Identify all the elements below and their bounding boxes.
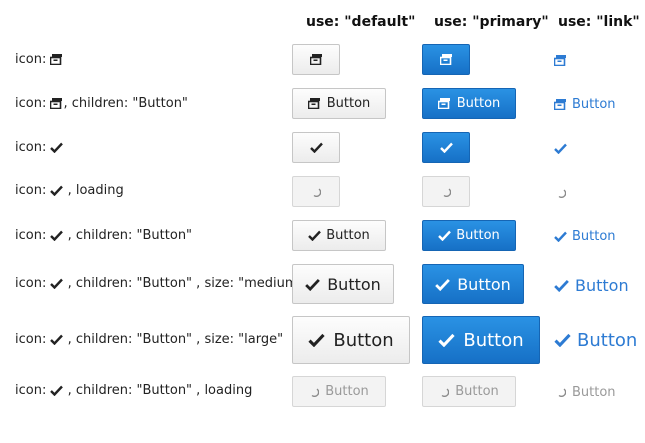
button-label: Button [572,228,616,244]
row-label-prefix: icon: [15,52,51,67]
checkmark-icon [439,142,453,153]
row-label-suffix: , loading [63,183,124,198]
row-label: icon: , children: "Button" [15,96,188,112]
archive-box-icon [554,98,567,110]
column-header-default: use: "default" [306,14,416,30]
link-medium-button[interactable]: Button [554,275,634,295]
row-label-suffix: , children: "Button" , size: "large" [63,332,284,347]
default-icon-button[interactable] [292,44,340,75]
column-header-primary: use: "primary" [434,14,549,30]
button-label: Button [333,329,394,351]
checkmark-icon [50,230,64,241]
row-label-prefix: icon: [15,140,51,155]
default-loading-text-button[interactable]: Button [292,376,386,407]
spinner-icon [311,187,321,197]
row-label-prefix: icon: [15,332,51,347]
archive-box-icon [554,54,567,66]
button-label: Button [456,228,500,243]
link-large-button[interactable]: Button [554,329,640,351]
archive-box-icon [50,54,63,65]
default-check-button[interactable] [292,132,340,163]
spinner-icon [439,387,450,397]
primary-icon-button[interactable] [422,44,470,75]
link-icon-button[interactable] [554,52,574,68]
checkmark-icon [438,230,452,241]
primary-check-text-button[interactable]: Button [422,220,516,251]
spinner-icon [441,187,451,197]
row-label: icon: , children: "Button" , size: "larg… [15,332,283,348]
checkmark-icon [308,333,325,347]
checkmark-icon [554,231,567,242]
link-loading-button[interactable] [556,185,572,201]
checkmark-icon [435,278,451,291]
link-loading-text-button[interactable]: Button [556,384,620,400]
checkmark-icon [50,278,64,289]
primary-large-button[interactable]: Button [422,316,540,364]
link-icon-text-button[interactable]: Button [554,96,624,112]
archive-box-icon [50,98,63,109]
spinner-icon [556,188,566,198]
checkmark-icon [50,334,64,345]
checkmark-icon [50,142,64,153]
primary-check-button[interactable] [422,132,470,163]
button-label: Button [457,274,511,294]
archive-box-icon [309,54,323,65]
row-label-suffix: , children: "Button" [63,228,193,243]
checkmark-icon [308,230,322,241]
row-label-suffix: , children: "Button" , size: "medium" [63,276,304,291]
link-check-text-button[interactable]: Button [554,228,624,244]
archive-box-icon [307,98,321,109]
checkmark-icon [438,333,455,347]
row-label-prefix: icon: [15,383,51,398]
row-label: icon: [15,140,64,156]
button-label: Button [572,96,616,112]
button-label: Button [575,275,629,295]
button-label: Button [325,384,369,399]
primary-icon-text-button[interactable]: Button [422,88,516,119]
button-label: Button [463,329,524,351]
checkmark-icon [309,142,323,153]
button-label: Button [577,329,638,351]
checkmark-icon [50,385,64,396]
checkmark-icon [305,278,321,291]
spinner-icon [309,387,320,397]
row-label: icon: , children: "Button" , size: "medi… [15,276,304,292]
row-label: icon: , children: "Button" , loading [15,383,252,399]
default-icon-text-button[interactable]: Button [292,88,386,119]
row-label: icon: [15,52,63,68]
button-label: Button [455,384,499,399]
archive-box-icon [439,54,453,65]
archive-box-icon [437,98,451,109]
primary-loading-button[interactable] [422,176,470,207]
checkmark-icon [50,185,64,196]
button-label: Button [326,96,371,111]
default-check-text-button[interactable]: Button [292,220,386,251]
default-large-button[interactable]: Button [292,316,410,364]
primary-medium-button[interactable]: Button [422,264,524,304]
button-label: Button [326,228,370,243]
button-label: Button [456,96,501,111]
row-label-suffix: , children: "Button" , loading [63,383,253,398]
checkmark-icon [554,279,569,292]
primary-loading-text-button[interactable]: Button [422,376,516,407]
spinner-icon [556,387,566,397]
row-label-prefix: icon: [15,183,51,198]
default-medium-button[interactable]: Button [292,264,394,304]
checkmark-icon [554,333,571,347]
row-label-prefix: icon: [15,96,51,111]
row-label-prefix: icon: [15,276,51,291]
row-label-suffix: , children: "Button" [63,96,188,111]
button-label: Button [572,384,616,400]
link-check-button[interactable] [554,140,574,156]
row-label-prefix: icon: [15,228,51,243]
button-label: Button [327,274,381,294]
checkmark-icon [554,143,567,154]
column-header-link: use: "link" [558,14,640,30]
row-label: icon: , loading [15,183,124,199]
default-loading-button[interactable] [292,176,340,207]
row-label: icon: , children: "Button" [15,228,192,244]
